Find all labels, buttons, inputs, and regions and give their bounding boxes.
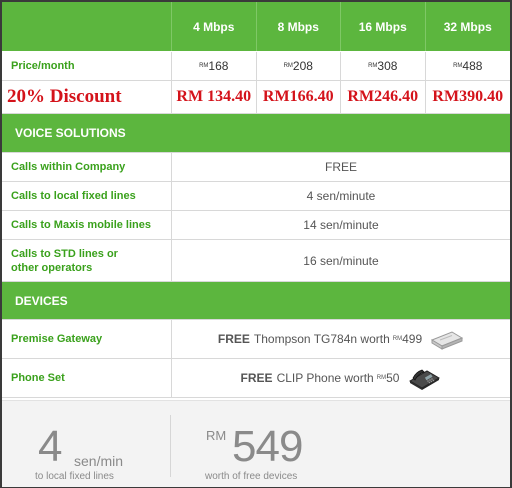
discount-price: RM390.40 — [432, 88, 504, 105]
voice-row-value: 14 sen/minute — [303, 218, 379, 232]
device-row-label: Phone Set — [2, 359, 172, 397]
discount-price: RM246.40 — [341, 81, 426, 113]
phone-icon — [409, 369, 441, 390]
discount-label: 20% Discount — [2, 81, 172, 113]
voice-row-label: Calls to Maxis mobile lines — [2, 211, 172, 239]
devices-section-title: DEVICES — [2, 282, 510, 320]
plan-header-row: 4 Mbps 8 Mbps 16 Mbps 32 Mbps — [2, 2, 510, 52]
devices-caption: worth of free devices — [205, 471, 298, 482]
plan-32mbps-header: 32 Mbps — [443, 19, 492, 34]
rate-big-number: 4 — [38, 422, 63, 471]
price-cell: RM 208 — [257, 52, 341, 80]
device-row-value: FREE Thompson TG784n worth RM 499 — [172, 320, 510, 358]
discount-price: RM 134.40 — [172, 81, 257, 113]
plan-4mbps-header: 4 Mbps — [172, 2, 257, 51]
voice-row-label: Calls to local fixed lines — [2, 182, 172, 210]
voice-row-value: FREE — [324, 160, 357, 174]
plan-8mbps-header: 8 Mbps — [257, 2, 341, 51]
router-icon — [431, 331, 464, 350]
summary-footer: 4 sen/min to local fixed lines RM 549 wo… — [2, 400, 510, 487]
voice-row-value: 16 sen/minute — [303, 253, 379, 268]
voice-row-label: Calls to STD lines or other operators — [2, 240, 172, 281]
discount-price: RM166.40 — [257, 81, 341, 113]
header-empty-cell — [2, 2, 172, 51]
voice-row: Calls within Company FREE — [2, 153, 510, 182]
footer-divider — [170, 415, 171, 477]
voice-row: Calls to STD lines or other operators 16… — [2, 240, 510, 282]
price-cell: RM 168 — [172, 52, 257, 80]
device-row: Phone Set FREE CLIP Phone worth RM 50 — [2, 359, 510, 398]
device-row: Premise Gateway FREE Thompson TG784n wor… — [2, 320, 510, 359]
rate-caption: to local fixed lines — [35, 471, 114, 482]
voice-section-title: VOICE SOLUTIONS — [2, 114, 510, 153]
rate-unit: sen/min — [74, 453, 124, 469]
voice-row: Calls to Maxis mobile lines 14 sen/minut… — [2, 211, 510, 240]
devices-currency: RM — [206, 428, 227, 443]
price-row: Price/month RM 168 RM 208 RM 308 RM 488 — [2, 52, 510, 81]
device-row-value: FREE CLIP Phone worth RM 50 — [172, 359, 510, 397]
discount-row: 20% Discount RM 134.40 RM166.40 RM246.40… — [2, 81, 510, 114]
price-cell: RM 308 — [341, 52, 426, 80]
pricing-table: 4 Mbps 8 Mbps 16 Mbps 32 Mbps Price/mont… — [0, 0, 512, 488]
voice-row-value: 4 sen/minute — [306, 189, 376, 203]
plan-16mbps-header: 16 Mbps — [341, 2, 426, 51]
voice-row-label: Calls within Company — [2, 153, 172, 181]
devices-big-number: 549 — [232, 422, 303, 471]
price-label: Price/month — [2, 52, 172, 80]
device-row-label: Premise Gateway — [2, 320, 172, 358]
voice-row: Calls to local fixed lines 4 sen/minute — [2, 182, 510, 211]
price-cell: RM 488 — [453, 59, 483, 73]
